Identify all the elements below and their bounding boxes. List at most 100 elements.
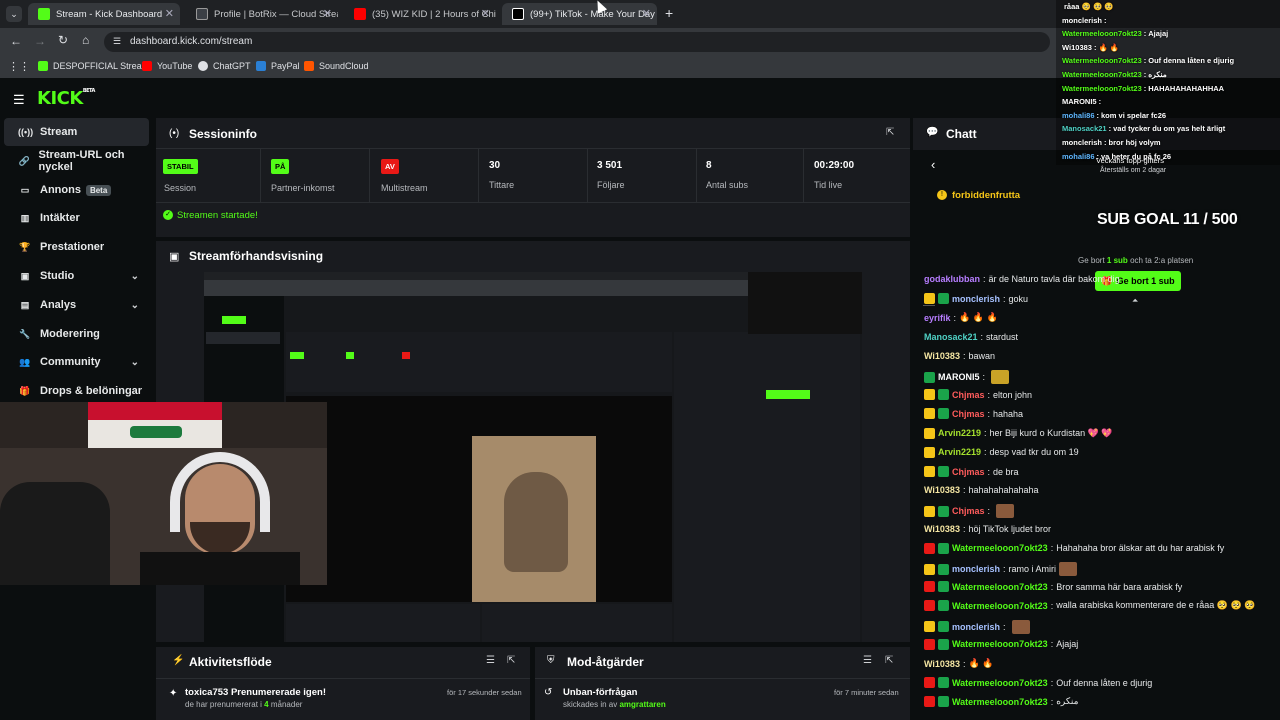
chat-message[interactable]: Wi10383: hahahahahahaha bbox=[924, 485, 1039, 495]
chevron-down-icon[interactable]: ⌄ bbox=[131, 300, 139, 311]
chat-username[interactable]: Watermeelooon7okt23 bbox=[952, 582, 1048, 592]
chat-message[interactable]: Manosack21: stardust bbox=[924, 332, 1018, 342]
home-icon[interactable]: ⌂ bbox=[82, 33, 89, 47]
chat-username[interactable]: Wi10383 bbox=[924, 485, 960, 495]
sidebar-item-drops-belöningar[interactable]: 🎁 Drops & belöningar bbox=[4, 377, 149, 405]
chat-username[interactable]: Watermeelooon7okt23 bbox=[952, 601, 1048, 611]
sidebar-item-prestationer[interactable]: 🏆 Prestationer bbox=[4, 233, 149, 261]
chart-icon: ▥ bbox=[20, 212, 30, 223]
chevron-down-icon[interactable]: ⌄ bbox=[131, 357, 139, 368]
activity-item[interactable]: ✦ toxica753 Prenumererade igen! de har p… bbox=[156, 678, 530, 720]
chat-username[interactable]: Wi10383 bbox=[924, 524, 960, 534]
sidebar-item-stream[interactable]: ((•)) Stream bbox=[4, 118, 149, 146]
filter-icon[interactable]: ☰ bbox=[863, 655, 872, 666]
close-tab-icon[interactable]: ✕ bbox=[642, 7, 651, 20]
chat-message[interactable]: MARONI5: bbox=[924, 370, 1010, 384]
chat-username[interactable]: eyrifik bbox=[924, 313, 951, 323]
chat-message[interactable]: Watermeelooon7okt23: walla arabiska komme… bbox=[924, 600, 1255, 612]
bookmark-despofficial[interactable]: DESPOFFICIAL Strea... bbox=[38, 61, 149, 71]
chat-message[interactable]: Wi10383: bawan bbox=[924, 351, 995, 361]
chat-username[interactable]: monclerish bbox=[952, 564, 1000, 574]
forward-icon[interactable]: → bbox=[34, 34, 46, 48]
chat-message[interactable]: godaklubban: är de Naturo tavla där bakom… bbox=[924, 274, 1120, 284]
sidebar-item-moderering[interactable]: 🔧 Moderering bbox=[4, 320, 149, 348]
overlay-chat-username: monclerish bbox=[1062, 15, 1103, 25]
tab-botrix[interactable]: Profile | BotRix — Cloud Stream ✕ bbox=[186, 3, 338, 25]
chat-username[interactable]: Chjmas bbox=[952, 409, 985, 419]
chat-message[interactable]: monclerish: goku bbox=[924, 293, 1028, 305]
chat-message[interactable]: Watermeelooon7okt23: Ouf denna låten e dj… bbox=[924, 677, 1152, 689]
chat-message[interactable]: monclerish: bbox=[924, 619, 1030, 634]
apps-icon[interactable]: ⋮⋮ bbox=[8, 60, 30, 73]
bookmark-soundcloud[interactable]: SoundCloud bbox=[304, 61, 369, 71]
menu-icon[interactable]: ☰ bbox=[13, 92, 25, 108]
chat-message[interactable]: eyrifik: 🔥 🔥 🔥 bbox=[924, 312, 998, 323]
tab-search-icon[interactable]: ⌄ bbox=[6, 6, 22, 22]
chat-message[interactable]: Watermeelooon7okt23: Bror samma här bara … bbox=[924, 581, 1182, 593]
close-tab-icon[interactable]: ✕ bbox=[165, 7, 174, 20]
chat-username[interactable]: Arvin2219 bbox=[938, 428, 981, 438]
chat-username[interactable]: MARONI5 bbox=[938, 372, 980, 382]
chevron-down-icon[interactable]: ⌄ bbox=[131, 271, 139, 282]
chat-message[interactable]: Chjmas: elton john bbox=[924, 389, 1032, 401]
chat-message[interactable]: Wi10383: höj TikTok ljudet bror bbox=[924, 524, 1051, 534]
chat-message[interactable]: Watermeelooon7okt23: Hahahaha bror älskar… bbox=[924, 542, 1224, 554]
bookmark-youtube[interactable]: YouTube bbox=[142, 61, 192, 71]
chat-username[interactable]: Arvin2219 bbox=[938, 447, 981, 457]
chat-message[interactable]: Chjmas: hahaha bbox=[924, 408, 1023, 420]
overlay-reset-info: Återställs om 2 dagar bbox=[1100, 167, 1167, 174]
chat-username[interactable]: Wi10383 bbox=[924, 659, 960, 669]
chat-username[interactable]: Watermeelooon7okt23 bbox=[952, 543, 1048, 553]
tab-tiktok[interactable]: (99+) TikTok - Make Your Day ✕ bbox=[502, 3, 657, 25]
chat-separator: : bbox=[962, 350, 966, 361]
reload-icon[interactable]: ↻ bbox=[58, 33, 68, 47]
chat-username[interactable]: Watermeelooon7okt23 bbox=[952, 639, 1048, 649]
close-tab-icon[interactable]: ✕ bbox=[481, 7, 490, 20]
tab-kick-dashboard[interactable]: Stream - Kick Dashboard ✕ bbox=[28, 3, 180, 25]
mod-item[interactable]: ↺ Unban-förfrågan skickades in av amgrat… bbox=[535, 678, 910, 720]
chat-divider bbox=[923, 305, 935, 306]
sidebar-item-analys[interactable]: ▤ Analys ⌄ bbox=[4, 291, 149, 319]
chat-username[interactable]: godaklubban bbox=[924, 274, 980, 284]
chat-message[interactable]: Arvin2219: desp vad tkr du om 19 bbox=[924, 446, 1079, 458]
chat-username[interactable]: Wi10383 bbox=[924, 351, 960, 361]
chat-username[interactable]: Manosack21 bbox=[924, 332, 978, 342]
site-info-icon[interactable]: ☰ bbox=[113, 36, 121, 47]
popout-icon[interactable]: ⇱ bbox=[886, 127, 894, 138]
chat-message[interactable]: Watermeelooon7okt23: منكره bbox=[924, 696, 1078, 708]
chat-separator: : bbox=[983, 274, 986, 284]
sidebar-item-studio[interactable]: ▣ Studio ⌄ bbox=[4, 262, 149, 290]
chat-username[interactable]: Chjmas bbox=[952, 506, 985, 516]
chat-username[interactable]: monclerish bbox=[952, 294, 1000, 304]
chat-username[interactable]: Watermeelooon7okt23 bbox=[952, 697, 1048, 707]
tab-youtube[interactable]: (35) WIZ KID | 2 Hours of Chill S ✕ bbox=[344, 3, 496, 25]
chat-username[interactable]: Chjmas bbox=[952, 390, 985, 400]
bookmark-paypal[interactable]: PayPal bbox=[256, 61, 300, 71]
sidebar-item-community[interactable]: 👥 Community ⌄ bbox=[4, 348, 149, 376]
chat-message[interactable]: Chjmas: bbox=[924, 504, 1015, 519]
url-field[interactable]: ☰ dashboard.kick.com/stream bbox=[104, 32, 1050, 52]
popout-icon[interactable]: ⇱ bbox=[885, 655, 893, 666]
chat-username[interactable]: Watermeelooon7okt23 bbox=[952, 678, 1048, 688]
sidebar-item-intäkter[interactable]: ▥ Intäkter bbox=[4, 204, 149, 232]
kick-logo[interactable]: KICKBETA bbox=[37, 88, 95, 109]
sidebar-item-stream-url-och-nyckel[interactable]: 🔗 Stream-URL och nyckel bbox=[4, 147, 149, 175]
sidebar-item-annons[interactable]: ▭ Annons Beta bbox=[4, 176, 149, 204]
new-tab-icon[interactable]: + bbox=[665, 5, 673, 21]
chat-message[interactable]: monclerish: ramo i Amiri bbox=[924, 562, 1078, 576]
chat-message[interactable]: Arvin2219: her Biji kurd o Kurdistan 💖 💖 bbox=[924, 427, 1113, 439]
chat-message[interactable]: Wi10383: 🔥 🔥 bbox=[924, 658, 993, 669]
tiktok-favicon-icon bbox=[512, 8, 524, 20]
chat-message[interactable]: Chjmas: de bra bbox=[924, 466, 1019, 477]
chat-username[interactable]: Chjmas bbox=[952, 467, 985, 477]
chat-username[interactable]: monclerish bbox=[952, 622, 1000, 632]
popout-icon[interactable]: ⇱ bbox=[507, 655, 515, 666]
filter-icon[interactable]: ☰ bbox=[486, 655, 495, 666]
chat-message[interactable]: Watermeelooon7okt23: Ajajaj bbox=[924, 638, 1078, 650]
pinned-user[interactable]: forbiddenfrutta bbox=[952, 190, 1020, 201]
bookmark-chatgpt[interactable]: ChatGPT bbox=[198, 61, 251, 71]
back-icon[interactable]: ← bbox=[10, 34, 22, 48]
collapse-icon[interactable]: ⏶ bbox=[1132, 296, 1138, 306]
close-tab-icon[interactable]: ✕ bbox=[323, 7, 332, 20]
chat-back-icon[interactable]: ‹ bbox=[931, 157, 935, 172]
